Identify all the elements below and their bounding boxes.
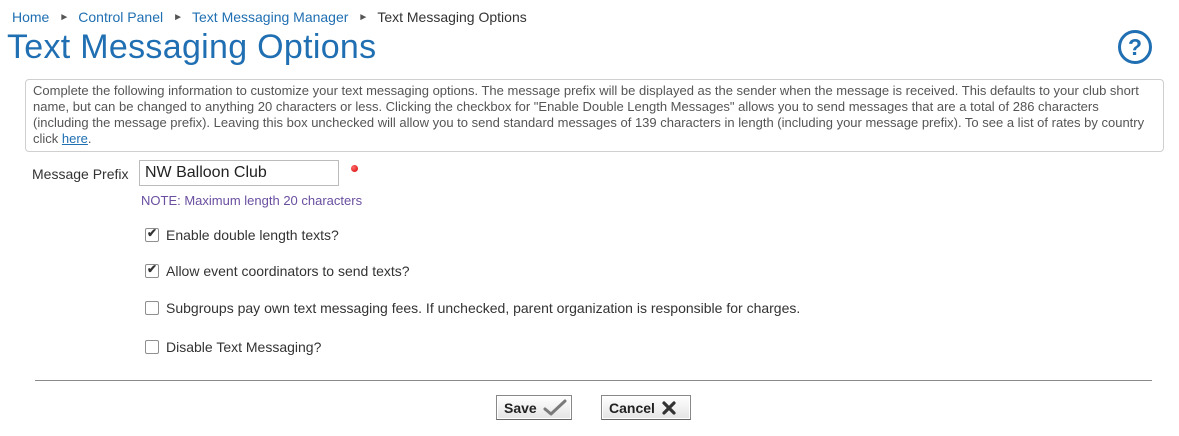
breadcrumb-text-messaging-manager-link[interactable]: Text Messaging Manager <box>192 9 348 25</box>
option-disable-texting[interactable]: Disable Text Messaging? <box>145 339 321 355</box>
breadcrumb-control-panel-link[interactable]: Control Panel <box>78 9 163 25</box>
required-indicator-icon <box>351 165 358 172</box>
subgroups-pay-label: Subgroups pay own text messaging fees. I… <box>166 300 801 316</box>
save-button[interactable]: Save <box>496 395 572 420</box>
chevron-right-icon: ► <box>59 11 70 23</box>
double-length-label: Enable double length texts? <box>166 227 339 243</box>
page-title: Text Messaging Options <box>7 28 377 66</box>
info-box: Complete the following information to cu… <box>25 79 1164 152</box>
rates-link[interactable]: here <box>62 131 88 146</box>
message-prefix-input[interactable] <box>139 160 339 186</box>
subgroups-pay-checkbox[interactable] <box>145 301 159 315</box>
divider <box>35 380 1152 381</box>
disable-texting-label: Disable Text Messaging? <box>166 339 322 355</box>
event-coordinators-checkbox[interactable]: ✔ <box>145 262 159 278</box>
checkmark-icon: ✔ <box>146 226 158 240</box>
event-coordinators-label: Allow event coordinators to send texts? <box>166 263 410 279</box>
option-subgroups-pay[interactable]: Subgroups pay own text messaging fees. I… <box>145 300 800 316</box>
chevron-right-icon: ► <box>358 11 369 23</box>
info-trailing: . <box>87 131 92 146</box>
save-button-label: Save <box>504 399 537 416</box>
double-length-checkbox[interactable]: ✔ <box>145 226 159 242</box>
cancel-button-label: Cancel <box>609 399 655 416</box>
disable-texting-checkbox[interactable] <box>145 340 159 354</box>
cancel-button[interactable]: Cancel <box>601 395 691 420</box>
option-double-length[interactable]: ✔ Enable double length texts? <box>145 226 339 243</box>
question-circle-icon[interactable]: ? <box>1118 30 1152 64</box>
checkmark-icon: ✔ <box>146 262 158 276</box>
option-event-coordinators[interactable]: ✔ Allow event coordinators to send texts… <box>145 262 410 279</box>
breadcrumb-home-link[interactable]: Home <box>12 9 49 25</box>
x-icon <box>661 400 677 416</box>
info-text: Complete the following information to cu… <box>33 83 1145 146</box>
breadcrumb-current: Text Messaging Options <box>377 9 527 25</box>
chevron-right-icon: ► <box>173 11 183 23</box>
checkmark-icon <box>543 399 567 417</box>
prefix-length-note: NOTE: Maximum length 20 characters <box>141 193 363 208</box>
breadcrumb: Home ► Control Panel ► Text Messaging Ma… <box>12 9 527 25</box>
message-prefix-label: Message Prefix <box>32 166 129 182</box>
